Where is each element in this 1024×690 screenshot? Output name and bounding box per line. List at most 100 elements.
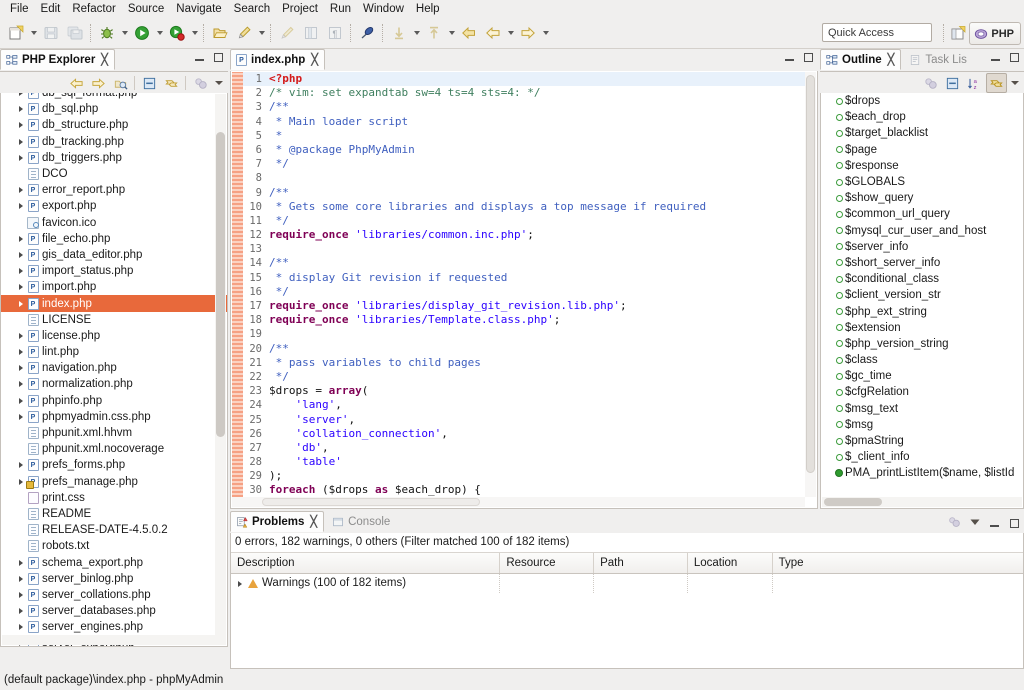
code-line[interactable]: 21 * pass variables to child pages <box>243 356 805 370</box>
next-annotation-icon[interactable] <box>387 21 411 45</box>
explorer-collapse-all-icon[interactable] <box>139 73 160 93</box>
tree-item-robots-txt[interactable]: robots.txt <box>1 538 227 554</box>
tree-item-server-binlog-php[interactable]: Pserver_binlog.php <box>1 571 227 587</box>
expand-arrow-icon[interactable] <box>15 460 26 471</box>
tree-item-phpunit-xml-nocoverage[interactable]: phpunit.xml.nocoverage <box>1 441 227 457</box>
last-edit-location-icon[interactable] <box>457 21 481 45</box>
outline-item[interactable]: $extension <box>821 320 1023 336</box>
code-line[interactable]: 19 <box>243 327 805 341</box>
format-icon[interactable] <box>275 21 299 45</box>
code-line[interactable]: 25 'server', <box>243 413 805 427</box>
editor-minimize-icon[interactable] <box>784 52 796 64</box>
code-line[interactable]: 23$drops = array( <box>243 384 805 398</box>
expand-arrow-icon[interactable] <box>15 363 26 374</box>
expand-arrow-icon[interactable] <box>15 347 26 358</box>
expand-arrow-icon[interactable] <box>15 93 26 99</box>
editor-horizontal-scrollbar-thumb[interactable] <box>262 498 480 506</box>
code-line[interactable]: 29); <box>243 469 805 483</box>
code-line[interactable]: 16 */ <box>243 285 805 299</box>
code-line[interactable]: 4 * Main loader script <box>243 115 805 129</box>
brush-dropdown[interactable] <box>256 22 267 44</box>
expand-arrow-icon[interactable] <box>15 411 26 422</box>
expand-arrow-icon[interactable] <box>15 606 26 617</box>
run-external-icon[interactable] <box>165 21 189 45</box>
tree-item-favicon-ico[interactable]: favicon.ico <box>1 215 227 231</box>
problems-view-menu-icon[interactable] <box>969 516 981 531</box>
code-line[interactable]: 9/** <box>243 186 805 200</box>
tree-item-export-php[interactable]: Pexport.php <box>1 198 227 214</box>
tree-item-db-tracking-php[interactable]: Pdb_tracking.php <box>1 134 227 150</box>
code-line[interactable]: 15 * display Git revision if requested <box>243 271 805 285</box>
expand-arrow-icon[interactable] <box>15 120 26 131</box>
expand-arrow-icon[interactable] <box>15 330 26 341</box>
debug-icon[interactable] <box>95 21 119 45</box>
row-expand-arrow-icon[interactable] <box>234 578 245 589</box>
outline-item[interactable]: $pmaString <box>821 433 1023 449</box>
tree-item-lint-php[interactable]: Plint.php <box>1 344 227 360</box>
tree-item-db-triggers-php[interactable]: Pdb_triggers.php <box>1 150 227 166</box>
outline-item[interactable]: $php_ext_string <box>821 303 1023 319</box>
outline-sort-icon[interactable]: az <box>964 73 985 93</box>
code-line[interactable]: 8 <box>243 171 805 185</box>
outline-item[interactable]: $_client_info <box>821 449 1023 465</box>
editor-vertical-scrollbar-thumb[interactable] <box>806 75 815 473</box>
outline-item[interactable]: PMA_printListItem($name, $listId <box>821 465 1023 481</box>
new-wizard-icon[interactable] <box>4 21 28 45</box>
explorer-back-icon[interactable] <box>66 73 87 93</box>
outline-item[interactable]: $target_blacklist <box>821 125 1023 141</box>
explorer-up-icon[interactable] <box>110 73 131 93</box>
tab-index-php-close-icon[interactable]: ╳ <box>311 53 318 66</box>
tree-item-import-php[interactable]: Pimport.php <box>1 279 227 295</box>
outline-item[interactable]: $class <box>821 352 1023 368</box>
code-line[interactable]: 28 'table' <box>243 455 805 469</box>
outline-item[interactable]: $GLOBALS <box>821 174 1023 190</box>
tab-console[interactable]: Console <box>327 511 396 532</box>
outline-collapse-all-icon[interactable] <box>942 73 963 93</box>
tab-problems[interactable]: Problems ╳ <box>230 511 324 532</box>
menu-run[interactable]: Run <box>324 2 357 16</box>
tree-item-db-sql-format-php[interactable]: Pdb_sql_format.php <box>1 93 227 101</box>
outline-item[interactable]: $page <box>821 142 1023 158</box>
expand-arrow-icon[interactable] <box>15 249 26 260</box>
maximize-icon[interactable] <box>213 52 225 64</box>
code-line[interactable]: 5 * <box>243 129 805 143</box>
tree-item-server-databases-php[interactable]: Pserver_databases.php <box>1 603 227 619</box>
expand-arrow-icon[interactable] <box>15 282 26 293</box>
tree-item-phpunit-xml-hhvm[interactable]: phpunit.xml.hhvm <box>1 425 227 441</box>
expand-arrow-icon[interactable] <box>15 266 26 277</box>
outline-maximize-icon[interactable] <box>1009 52 1021 64</box>
problems-focus-active-task-icon[interactable] <box>947 515 961 532</box>
code-line[interactable]: 20/** <box>243 342 805 356</box>
menu-window[interactable]: Window <box>357 2 410 16</box>
menu-project[interactable]: Project <box>276 2 324 16</box>
expand-arrow-icon[interactable] <box>15 233 26 244</box>
outline-item[interactable]: $each_drop <box>821 109 1023 125</box>
menu-help[interactable]: Help <box>410 2 446 16</box>
outline-item[interactable]: $common_url_query <box>821 206 1023 222</box>
tree-item-server-engines-php[interactable]: Pserver_engines.php <box>1 619 227 635</box>
open-perspective-icon[interactable] <box>948 23 968 43</box>
tree-item-license[interactable]: LICENSE <box>1 312 227 328</box>
editor-body[interactable]: 1<?php2/* vim: set expandtab sw=4 ts=4 s… <box>230 71 818 509</box>
code-line[interactable]: 17require_once 'libraries/display_git_re… <box>243 299 805 313</box>
explorer-vertical-scrollbar-thumb[interactable] <box>216 132 225 437</box>
run-external-dropdown[interactable] <box>189 22 200 44</box>
column-header-resource[interactable]: Resource <box>500 553 594 573</box>
expand-arrow-icon[interactable] <box>15 201 26 212</box>
code-line[interactable]: 3/** <box>243 100 805 114</box>
expand-arrow-icon[interactable] <box>15 476 26 487</box>
column-header-type[interactable]: Type <box>773 553 1023 573</box>
outline-item[interactable]: $client_version_str <box>821 287 1023 303</box>
menu-refactor[interactable]: Refactor <box>66 2 121 16</box>
previous-annotation-icon[interactable] <box>422 21 446 45</box>
code-line[interactable]: 6 * @package PhpMyAdmin <box>243 143 805 157</box>
code-line[interactable]: 24 'lang', <box>243 398 805 412</box>
tree-item-db-structure-php[interactable]: Pdb_structure.php <box>1 117 227 133</box>
outline-item[interactable]: $response <box>821 158 1023 174</box>
explorer-horizontal-scrollbar[interactable] <box>2 635 215 645</box>
quick-access-input[interactable]: Quick Access <box>822 23 932 42</box>
outline-item[interactable]: $server_info <box>821 239 1023 255</box>
tree-item-normalization-php[interactable]: Pnormalization.php <box>1 376 227 392</box>
tree-item-release-date-4-5-0-2[interactable]: RELEASE-DATE-4.5.0.2 <box>1 522 227 538</box>
tree-item-dco[interactable]: DCO <box>1 166 227 182</box>
